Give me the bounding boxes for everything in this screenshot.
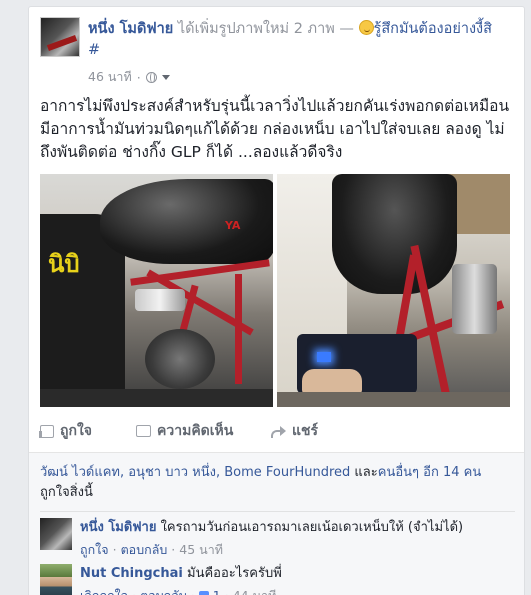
likes-tail: ถูกใจสิ่งนี้ [40, 485, 93, 500]
comment-time-link[interactable]: 45 นาที [179, 540, 223, 559]
comment-reply-link[interactable]: ตอบกลับ [121, 540, 168, 559]
feeling-emoji-icon [358, 20, 374, 35]
likes-mid: และ [350, 465, 378, 480]
comment-body: Nut Chingchai มันคืออะไรครับพี่ เลิกถูกใ… [80, 564, 510, 595]
like-button[interactable]: ถูกใจ [39, 421, 136, 441]
comment-reply-link[interactable]: ตอบกลับ [140, 586, 187, 595]
comment-body: หนึ่ง โมดิฟาย ใครถามวันก่อนเอารถมาเลยเน้… [80, 518, 510, 559]
share-arrow-icon [270, 425, 286, 438]
post-body-text: อาการไม่พึงประสงค์สำหรับรุ่นนี้เวลาวิ่งไ… [40, 97, 510, 161]
post-meta: 46 นาที · [88, 67, 170, 87]
author-avatar[interactable] [40, 17, 80, 57]
comment-text: มันคืออะไรครับพี่ [182, 566, 282, 581]
like-count-icon [198, 590, 209, 595]
comment-meta: ถูกใจ · ตอบกลับ · 45 นาที [80, 540, 510, 559]
brand-mark: YA [225, 219, 241, 232]
comments-area: วัฒน์ ไวด์แคท, อนุชา บาว หนึ่ง, Bome Fou… [29, 452, 524, 595]
action-text: ได้เพิ่มรูปภาพใหม่ 2 ภาพ — [173, 21, 359, 37]
author-name-link[interactable]: หนึ่ง โมดิฟาย [88, 21, 173, 37]
like-button-label: ถูกใจ [60, 423, 92, 439]
meta-dot: · [112, 542, 117, 557]
commenter-name-link[interactable]: หนึ่ง โมดิฟาย [80, 520, 156, 535]
likes-summary: วัฒน์ ไวด์แคท, อนุชา บาว หนึ่ง, Bome Fou… [40, 463, 510, 503]
commenter-name-link[interactable]: Nut Chingchai [80, 566, 183, 581]
post-time-link[interactable]: 46 นาที [88, 67, 132, 87]
share-button[interactable]: แชร์ [270, 421, 390, 441]
globe-icon[interactable] [145, 71, 157, 83]
photo-grid: นิบิ YA [40, 174, 510, 407]
comment-like-link[interactable]: ถูกใจ [80, 540, 109, 559]
meta-dot: · [136, 69, 141, 85]
post-header: หนึ่ง โมดิฟาย ได้เพิ่มรูปภาพใหม่ 2 ภาพ —… [29, 7, 524, 89]
chevron-down-icon[interactable] [161, 74, 170, 80]
comment-meta: เลิกถูกใจ · ตอบกลับ · 1 · 44 นาที [80, 586, 510, 595]
comment-like-count[interactable]: 1 [213, 586, 221, 595]
post-actions: ถูกใจ ความคิดเห็น แชร์ [39, 421, 515, 441]
photo-1[interactable]: นิบิ YA [40, 174, 273, 407]
likers-names-link[interactable]: วัฒน์ ไวด์แคท, อนุชา บาว หนึ่ง, Bome Fou… [40, 465, 350, 480]
divider [40, 511, 515, 512]
comment-icon [136, 425, 151, 437]
thumbs-up-icon [39, 424, 54, 438]
meta-dot: · [191, 586, 195, 595]
share-button-label: แชร์ [292, 423, 319, 439]
meta-dot: · [171, 542, 176, 557]
comment-text: ใครถามวันก่อนเอารถมาเลยเน้อเดวเหน็บให้ (… [156, 520, 464, 535]
likes-others-link[interactable]: คนอื่นๆ อีก 14 คน [378, 465, 481, 480]
post-card: หนึ่ง โมดิฟาย ได้เพิ่มรูปภาพใหม่ 2 ภาพ —… [28, 6, 525, 595]
meta-dot: · [132, 586, 136, 595]
commenter-avatar[interactable] [40, 518, 72, 550]
meta-dot: · [225, 586, 229, 595]
commenter-avatar[interactable] [40, 564, 72, 595]
photo-2[interactable] [277, 174, 510, 407]
comment-time-link[interactable]: 44 นาที [233, 586, 277, 595]
post-headline: หนึ่ง โมดิฟาย ได้เพิ่มรูปภาพใหม่ 2 ภาพ —… [88, 19, 508, 61]
comment-unlike-link[interactable]: เลิกถูกใจ [80, 586, 128, 595]
comment-button[interactable]: ความคิดเห็น [136, 421, 270, 441]
comment-button-label: ความคิดเห็น [157, 423, 234, 439]
shirt-print: นิบิ [48, 251, 80, 278]
